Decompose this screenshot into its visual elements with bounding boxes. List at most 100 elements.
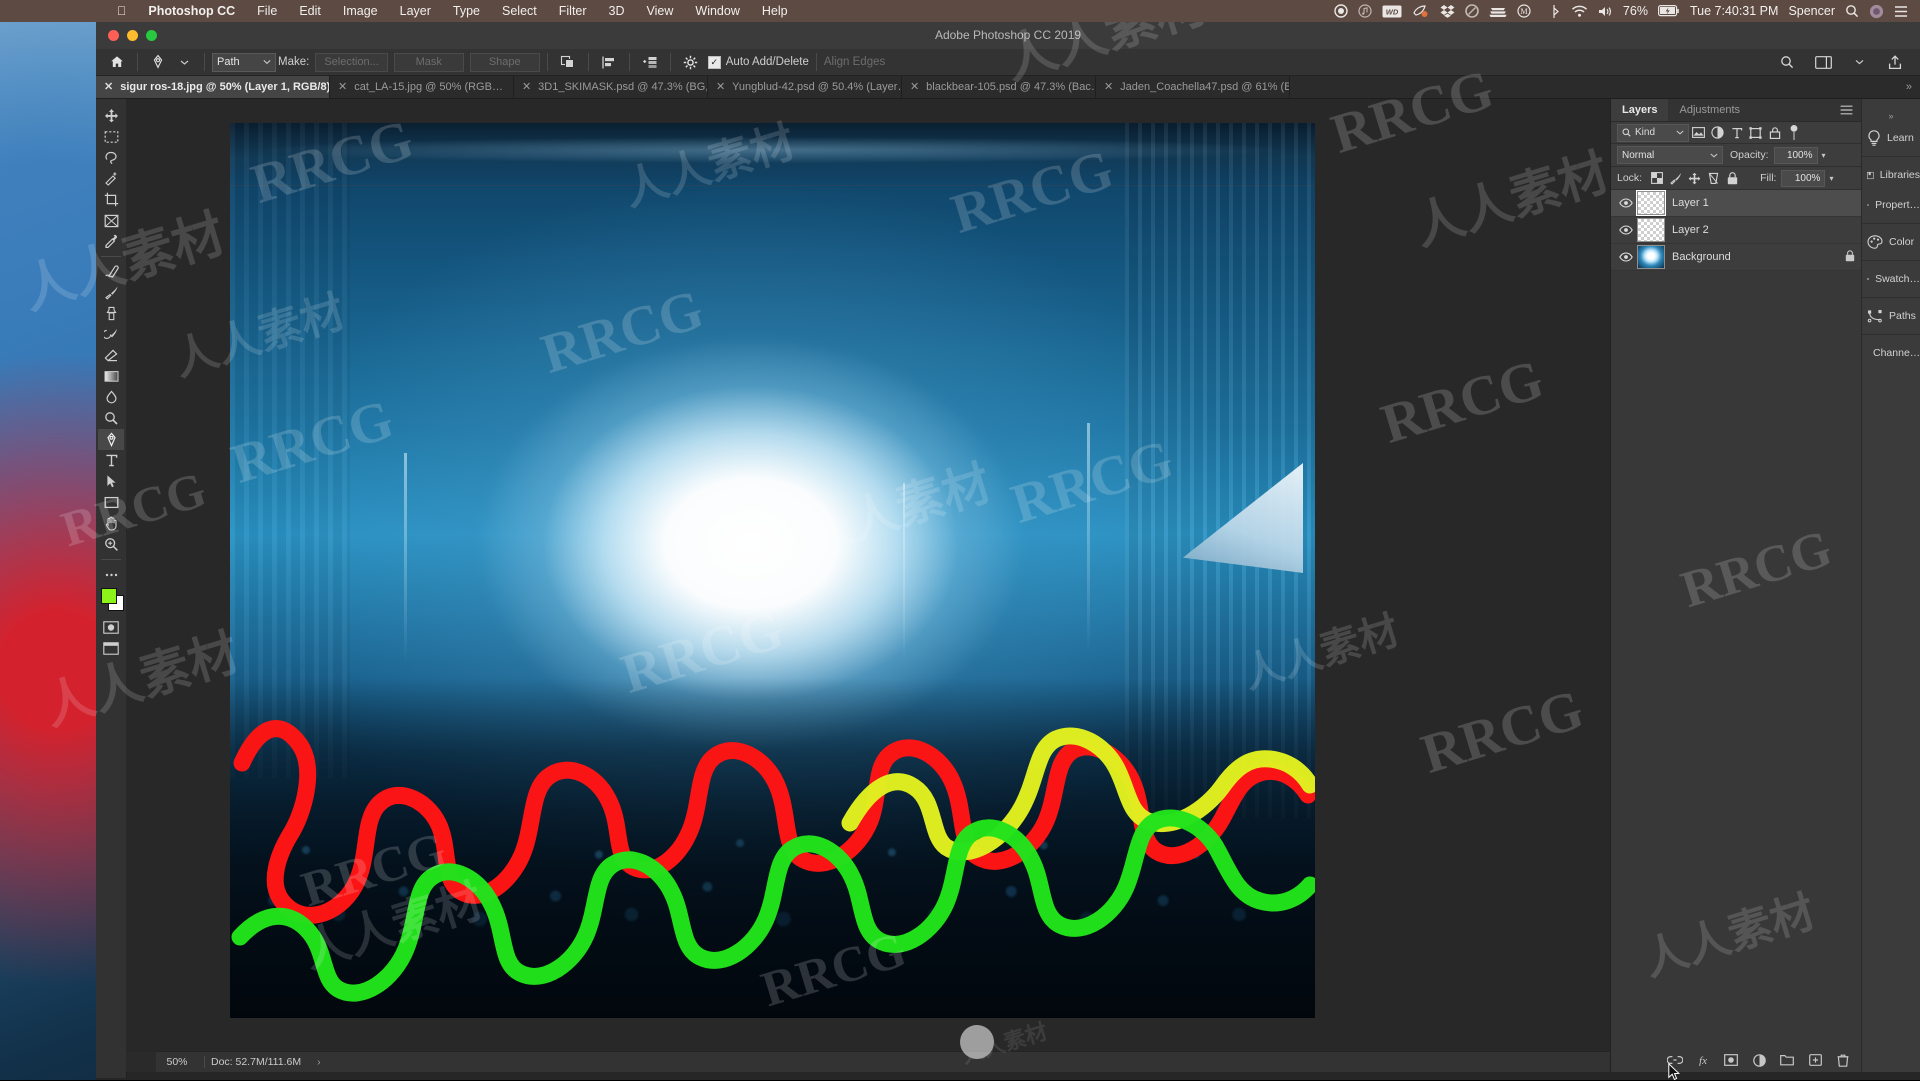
zoom-tool[interactable] bbox=[98, 534, 124, 555]
tool-preset-chevron-down-icon[interactable] bbox=[171, 52, 197, 72]
pen-tool-icon[interactable] bbox=[145, 52, 171, 72]
cleanmymac-icon[interactable] bbox=[1412, 4, 1430, 18]
tab-adjustments[interactable]: Adjustments bbox=[1668, 99, 1751, 121]
foreground-color-swatch[interactable] bbox=[101, 588, 117, 604]
zoom-level[interactable]: 50% bbox=[156, 1056, 198, 1068]
dodge-tool[interactable] bbox=[98, 408, 124, 429]
auto-add-delete-checkbox[interactable]: ✓ Auto Add/Delete bbox=[708, 56, 809, 69]
collapsed-panel-rail[interactable]: » Learn Libraries Propert… bbox=[1861, 99, 1920, 1072]
menu-item-edit[interactable]: Edit bbox=[288, 0, 332, 22]
new-adjustment-layer-icon[interactable] bbox=[1751, 1052, 1767, 1068]
rectangular-marquee-tool[interactable] bbox=[98, 126, 124, 147]
record-icon[interactable] bbox=[1334, 4, 1348, 18]
tab-layers[interactable]: Layers bbox=[1611, 99, 1668, 121]
pixel-layer-filter-icon[interactable] bbox=[1689, 124, 1708, 141]
frame-tool[interactable] bbox=[98, 210, 124, 231]
rectangle-tool[interactable] bbox=[98, 492, 124, 513]
tab-yungblud-42[interactable]: ✕ Yungblud-42.psd @ 50.4% (Layer… bbox=[708, 76, 902, 98]
lock-row[interactable]: Lock: bbox=[1611, 167, 1861, 190]
close-icon[interactable]: ✕ bbox=[716, 82, 725, 93]
close-icon[interactable]: ✕ bbox=[910, 82, 919, 93]
lock-position-icon[interactable] bbox=[1685, 169, 1704, 187]
menu-item-3d[interactable]: 3D bbox=[598, 0, 636, 22]
battery-percent[interactable]: 76% bbox=[1623, 4, 1648, 18]
spot-healing-brush-tool[interactable] bbox=[98, 261, 124, 282]
make-shape-button[interactable]: Shape bbox=[470, 53, 540, 72]
rail-item-learn[interactable]: Learn bbox=[1862, 123, 1920, 153]
blend-mode-row[interactable]: Normal Opacity: 100% ▾ bbox=[1611, 144, 1861, 167]
lock-all-icon[interactable] bbox=[1723, 169, 1742, 187]
layer-thumbnail[interactable] bbox=[1637, 218, 1665, 242]
chevron-down-icon[interactable] bbox=[1846, 52, 1872, 72]
layers-panel-group[interactable]: Layers Adjustments Kind bbox=[1610, 99, 1861, 1072]
history-brush-tool[interactable] bbox=[98, 324, 124, 345]
path-alignment-icon[interactable] bbox=[596, 52, 622, 72]
share-icon[interactable] bbox=[1882, 52, 1908, 72]
clone-stamp-tool[interactable] bbox=[98, 303, 124, 324]
layer-row-layer-1[interactable]: Layer 1 bbox=[1611, 190, 1861, 217]
rail-item-channels[interactable]: Channe… bbox=[1862, 338, 1920, 368]
brush-tool[interactable] bbox=[98, 282, 124, 303]
chevron-down-icon[interactable]: ▾ bbox=[1822, 151, 1826, 160]
status-bar[interactable]: 50% Doc: 52.7M/111.6M › bbox=[156, 1051, 1610, 1072]
layer-name[interactable]: Layer 1 bbox=[1672, 197, 1709, 209]
lock-transparent-pixels-icon[interactable] bbox=[1647, 169, 1666, 187]
path-operations-icon[interactable] bbox=[555, 52, 581, 72]
eraser-tool[interactable] bbox=[98, 345, 124, 366]
layer-name[interactable]: Background bbox=[1672, 251, 1731, 263]
shape-layer-filter-icon[interactable] bbox=[1746, 124, 1765, 141]
fill-value[interactable]: 100% bbox=[1781, 170, 1825, 187]
siri-icon[interactable] bbox=[1869, 4, 1884, 19]
lasso-tool[interactable] bbox=[98, 147, 124, 168]
music-note-icon[interactable] bbox=[1358, 4, 1372, 18]
m-circle-icon[interactable]: M bbox=[1517, 4, 1531, 18]
document-tab-bar[interactable]: ✕ sigur ros-18.jpg @ 50% (Layer 1, RGB/8… bbox=[96, 76, 1920, 99]
checkbox-box[interactable]: ✓ bbox=[708, 56, 721, 69]
layers-list[interactable]: Layer 1 Layer 2 bbox=[1611, 190, 1861, 271]
bluetooth-icon[interactable] bbox=[1551, 4, 1561, 19]
layer-thumbnail[interactable] bbox=[1637, 245, 1665, 269]
opacity-value[interactable]: 100% bbox=[1774, 147, 1818, 164]
tools-panel[interactable] bbox=[96, 99, 127, 1078]
bartender-icon[interactable] bbox=[1489, 5, 1507, 18]
layer-name[interactable]: Layer 2 bbox=[1672, 224, 1709, 236]
menu-item-filter[interactable]: Filter bbox=[548, 0, 598, 22]
menu-item-select[interactable]: Select bbox=[491, 0, 548, 22]
pen-tool[interactable] bbox=[98, 429, 124, 450]
tab-sigur-ros-18[interactable]: ✕ sigur ros-18.jpg @ 50% (Layer 1, RGB/8… bbox=[96, 76, 330, 98]
gear-icon[interactable] bbox=[678, 52, 704, 72]
quick-selection-tool[interactable] bbox=[98, 168, 124, 189]
menu-app-name[interactable]: Photoshop CC bbox=[137, 0, 246, 22]
chevron-right-icon[interactable]: › bbox=[317, 1056, 321, 1068]
hand-tool[interactable] bbox=[98, 513, 124, 534]
color-swatches[interactable] bbox=[98, 587, 124, 611]
workspace-icon[interactable] bbox=[1810, 52, 1836, 72]
spotlight-search-icon[interactable] bbox=[1845, 4, 1859, 18]
make-mask-button[interactable]: Mask bbox=[394, 53, 464, 72]
options-bar[interactable]: Path Make: Selection... Mask Shape bbox=[96, 49, 1920, 76]
right-dock[interactable]: Layers Adjustments Kind bbox=[1610, 99, 1920, 1072]
volume-icon[interactable] bbox=[1598, 5, 1613, 18]
screen-mode-icon[interactable] bbox=[98, 638, 124, 659]
notification-center-icon[interactable] bbox=[1894, 5, 1908, 18]
eyedropper-tool[interactable] bbox=[98, 231, 124, 252]
adjustment-layer-filter-icon[interactable] bbox=[1708, 124, 1727, 141]
type-layer-filter-icon[interactable] bbox=[1727, 124, 1746, 141]
layer-visibility-toggle[interactable] bbox=[1617, 225, 1635, 235]
new-group-icon[interactable] bbox=[1779, 1052, 1795, 1068]
path-mode-select[interactable]: Path bbox=[212, 53, 276, 72]
apple-icon[interactable]:  bbox=[106, 0, 137, 22]
layer-visibility-toggle[interactable] bbox=[1617, 198, 1635, 208]
close-icon[interactable]: ✕ bbox=[338, 82, 347, 93]
rail-item-libraries[interactable]: Libraries bbox=[1862, 160, 1920, 190]
path-selection-tool[interactable] bbox=[98, 471, 124, 492]
double-chevron-right-icon[interactable]: » bbox=[1898, 76, 1920, 98]
filter-toggle-switch[interactable] bbox=[1784, 124, 1803, 141]
lock-artboard-nesting-icon[interactable] bbox=[1704, 169, 1723, 187]
blur-tool[interactable] bbox=[98, 387, 124, 408]
macos-menu-bar[interactable]:  Photoshop CC File Edit Image Layer Typ… bbox=[0, 0, 1920, 22]
layer-row-background[interactable]: Background bbox=[1611, 244, 1861, 271]
home-icon[interactable] bbox=[104, 52, 130, 72]
document-size-info[interactable]: Doc: 52.7M/111.6M bbox=[211, 1056, 301, 1068]
menu-item-window[interactable]: Window bbox=[684, 0, 750, 22]
